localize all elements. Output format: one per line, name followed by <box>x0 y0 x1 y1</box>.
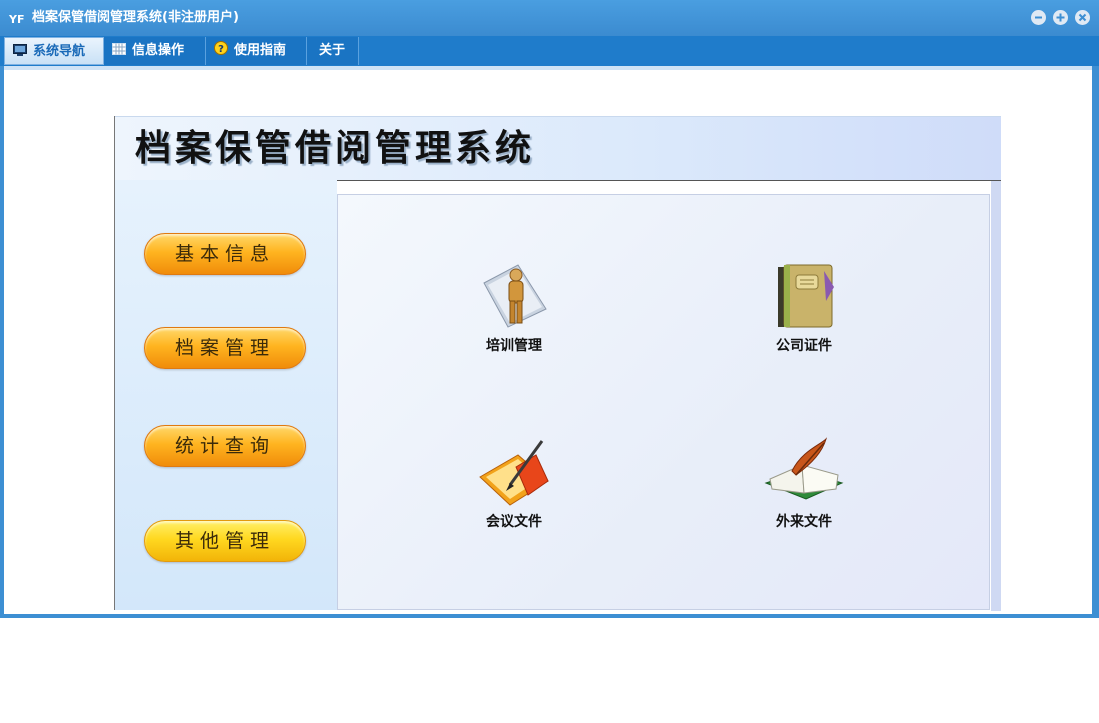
company-certificates-item[interactable]: 公司证件 <box>734 261 874 355</box>
tab-about[interactable]: 关于 <box>307 37 359 65</box>
tab-system-navigation[interactable]: 系统导航 <box>4 37 104 65</box>
svg-text:YF: YF <box>8 13 24 26</box>
maximize-button[interactable] <box>1053 10 1068 25</box>
other-management-button[interactable]: 其他管理 <box>144 520 306 562</box>
minimize-icon <box>1035 16 1042 19</box>
grid-icon <box>112 43 126 55</box>
yf-logo-icon: YF <box>8 10 24 26</box>
navigation-panel: 档案保管借阅管理系统 基本信息 档案管理 统计查询 其他管理 培训管理 公司证件… <box>114 116 1002 611</box>
maximize-icon <box>1056 13 1065 22</box>
close-button[interactable] <box>1075 10 1090 25</box>
open-book-quill-icon <box>764 437 844 500</box>
tab-label: 使用指南 <box>234 43 287 58</box>
close-icon <box>1078 13 1087 22</box>
feature-label: 培训管理 <box>486 338 542 354</box>
basic-info-button[interactable]: 基本信息 <box>144 233 306 275</box>
tab-label: 系统导航 <box>33 44 86 59</box>
feature-label: 公司证件 <box>776 338 832 354</box>
sidebar: 基本信息 档案管理 统计查询 其他管理 <box>115 180 337 610</box>
tab-label: 关于 <box>319 43 346 58</box>
tab-label: 信息操作 <box>132 43 185 58</box>
window-title: 档案保管借阅管理系统(非注册用户) <box>32 10 239 25</box>
feature-area: 培训管理 公司证件 会议文件 外来文件 <box>337 181 1001 611</box>
title-bar: YF 档案保管借阅管理系统(非注册用户) <box>0 0 1099 36</box>
training-management-item[interactable]: 培训管理 <box>444 261 584 355</box>
minimize-button[interactable] <box>1031 10 1046 25</box>
feature-label: 会议文件 <box>486 514 542 530</box>
system-title: 档案保管借阅管理系统 <box>135 128 536 169</box>
pen-folder-icon <box>479 440 549 506</box>
feature-label: 外来文件 <box>776 514 832 530</box>
person-folder-icon <box>483 264 547 328</box>
notebook-icon <box>778 264 834 328</box>
statistics-query-button[interactable]: 统计查询 <box>144 425 306 467</box>
help-icon: ? <box>214 41 228 55</box>
monitor-icon <box>13 44 27 56</box>
svg-text:?: ? <box>218 44 224 55</box>
meeting-files-item[interactable]: 会议文件 <box>444 437 584 531</box>
panel-header: 档案保管借阅管理系统 <box>115 116 1001 181</box>
archive-management-button[interactable]: 档案管理 <box>144 327 306 369</box>
tab-bar: 系统导航 信息操作 ? 使用指南 关于 <box>0 36 1099 66</box>
external-files-item[interactable]: 外来文件 <box>734 437 874 531</box>
tab-info-operations[interactable]: 信息操作 <box>104 37 206 65</box>
tab-user-guide[interactable]: ? 使用指南 <box>206 37 307 65</box>
